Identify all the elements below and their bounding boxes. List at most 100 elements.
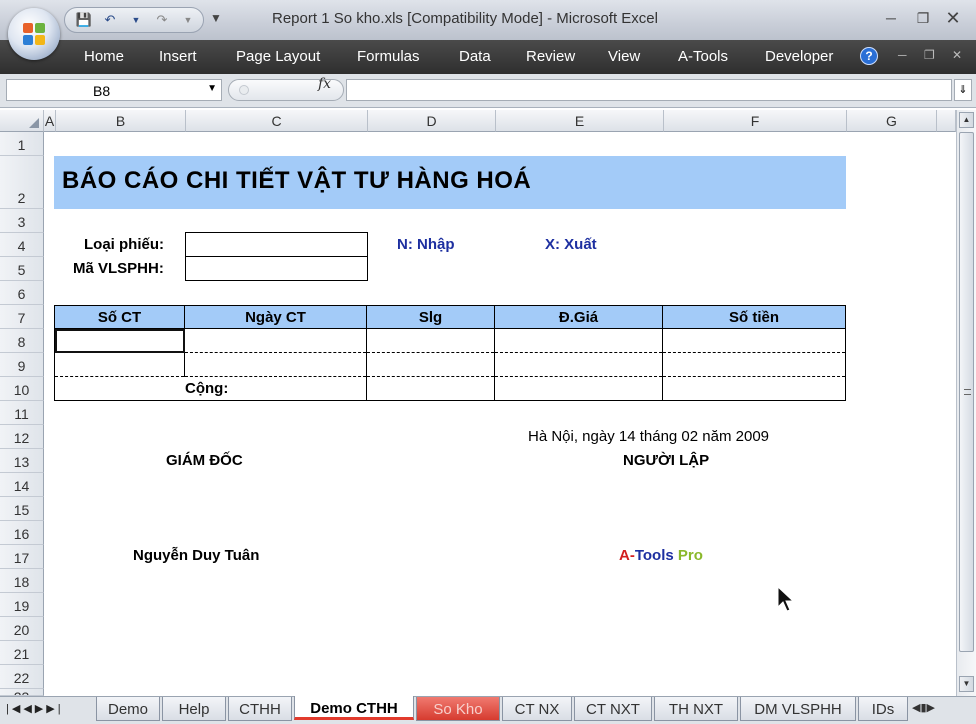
tab-a-tools[interactable]: A-Tools xyxy=(678,48,728,65)
tab-split-handle[interactable]: ◀▮▶ xyxy=(912,701,972,719)
table-cell[interactable] xyxy=(184,352,367,377)
table-cell[interactable] xyxy=(662,328,846,353)
sheet-tab-ct-nxt[interactable]: CT NXT xyxy=(574,697,652,721)
table-cell[interactable] xyxy=(366,352,495,377)
row-header-18[interactable]: 18 xyxy=(0,569,44,593)
total-quantity[interactable] xyxy=(366,376,495,401)
row-header-22[interactable]: 22 xyxy=(0,665,44,689)
column-header-b[interactable]: B xyxy=(56,110,186,132)
row-header-1[interactable]: 1 xyxy=(0,132,44,156)
sheet-tab-ids[interactable]: IDs xyxy=(858,697,908,721)
row-header-19[interactable]: 19 xyxy=(0,593,44,617)
row-header-7[interactable]: 7 xyxy=(0,305,44,329)
sheet-tab-ct-nx[interactable]: CT NX xyxy=(502,697,572,721)
column-header-d[interactable]: D xyxy=(368,110,496,132)
tab-developer[interactable]: Developer xyxy=(765,48,833,65)
row-header-12[interactable]: 12 xyxy=(0,425,44,449)
column-header-a[interactable]: A xyxy=(44,110,56,132)
first-sheet-icon[interactable]: |◀ xyxy=(6,703,23,715)
row-header-15[interactable]: 15 xyxy=(0,497,44,521)
ribbon-minimize-icon[interactable]: ─ xyxy=(898,48,907,62)
save-icon[interactable]: 💾 xyxy=(75,12,93,28)
tab-page-layout[interactable]: Page Layout xyxy=(236,48,320,65)
row-header-14[interactable]: 14 xyxy=(0,473,44,497)
row-header-5[interactable]: 5 xyxy=(0,257,44,281)
table-cell[interactable] xyxy=(366,328,495,353)
office-button[interactable] xyxy=(8,8,60,60)
tab-insert[interactable]: Insert xyxy=(159,48,197,65)
row-header-6[interactable]: 6 xyxy=(0,281,44,305)
tab-home[interactable]: Home xyxy=(84,48,124,65)
insert-function-icon[interactable]: fx xyxy=(318,76,331,92)
column-header-c[interactable]: C xyxy=(186,110,368,132)
prev-sheet-icon[interactable]: ◀ xyxy=(23,703,34,715)
cell-b8-selected[interactable] xyxy=(54,328,185,353)
row-header-20[interactable]: 20 xyxy=(0,617,44,641)
row-header-17[interactable]: 17 xyxy=(0,545,44,569)
formula-input[interactable] xyxy=(346,79,952,101)
header-voucher-no: Số CT xyxy=(54,305,185,329)
scroll-thumb[interactable] xyxy=(959,132,974,652)
redo-icon[interactable]: ↷ xyxy=(153,12,171,28)
row-header-23[interactable]: 23 xyxy=(0,689,44,696)
sheet-tab-dm-vlsphh[interactable]: DM VLSPHH xyxy=(740,697,856,721)
column-header-f[interactable]: F xyxy=(664,110,847,132)
column-header-g[interactable]: G xyxy=(847,110,937,132)
ribbon-close-icon[interactable]: ✕ xyxy=(952,48,962,62)
name-box-dropdown-icon[interactable]: ▼ xyxy=(207,83,217,94)
tab-view[interactable]: View xyxy=(608,48,640,65)
item-code-input[interactable] xyxy=(185,256,368,281)
table-cell[interactable] xyxy=(54,352,185,377)
ribbon-restore-icon[interactable]: ❐ xyxy=(924,48,935,62)
table-cell[interactable] xyxy=(494,352,663,377)
row-header-11[interactable]: 11 xyxy=(0,401,44,425)
worksheet[interactable]: BÁO CÁO CHI TIẾT VẬT TƯ HÀNG HOÁ Loại ph… xyxy=(44,132,956,692)
select-all-corner[interactable] xyxy=(0,110,44,132)
undo-dropdown-icon[interactable]: ▼ xyxy=(127,12,145,28)
row-header-13[interactable]: 13 xyxy=(0,449,44,473)
column-header-h[interactable] xyxy=(937,110,956,132)
table-cell[interactable] xyxy=(494,328,663,353)
total-unit-price[interactable] xyxy=(494,376,663,401)
column-header-e[interactable]: E xyxy=(496,110,664,132)
customize-toolbar-icon[interactable]: ▼ xyxy=(210,11,222,25)
vertical-scrollbar[interactable]: ▲ ▼ xyxy=(956,110,976,696)
row-header-9[interactable]: 9 xyxy=(0,353,44,377)
expand-formula-bar-icon[interactable]: ⇓ xyxy=(954,79,972,101)
help-icon[interactable]: ? xyxy=(860,47,878,65)
next-sheet-icon[interactable]: ▶ xyxy=(35,703,46,715)
sheet-tab-help[interactable]: Help xyxy=(162,697,226,721)
name-box[interactable]: B8 ▼ xyxy=(6,79,222,101)
legend-out: X: Xuất xyxy=(545,236,597,253)
sheet-tab-cthh[interactable]: CTHH xyxy=(228,697,292,721)
row-header-21[interactable]: 21 xyxy=(0,641,44,665)
redo-dropdown-icon[interactable]: ▼ xyxy=(179,12,197,28)
row-header-3[interactable]: 3 xyxy=(0,209,44,233)
minimize-button[interactable]: ─ xyxy=(876,6,906,30)
close-button[interactable]: ✕ xyxy=(938,6,968,30)
tab-data[interactable]: Data xyxy=(459,48,491,65)
scroll-down-icon[interactable]: ▼ xyxy=(959,676,974,692)
sheet-tab-th-nxt[interactable]: TH NXT xyxy=(654,697,738,721)
row-header-8[interactable]: 8 xyxy=(0,329,44,353)
tab-formulas[interactable]: Formulas xyxy=(357,48,420,65)
last-sheet-icon[interactable]: ▶| xyxy=(46,703,63,715)
table-cell[interactable] xyxy=(184,328,367,353)
row-header-16[interactable]: 16 xyxy=(0,521,44,545)
sheet-tab-demo-cthh[interactable]: Demo CTHH xyxy=(294,696,414,720)
restore-button[interactable]: ❐ xyxy=(908,6,938,30)
row-header-10[interactable]: 10 xyxy=(0,377,44,401)
total-amount[interactable] xyxy=(662,376,846,401)
office-logo-icon xyxy=(23,23,45,45)
sheet-nav-buttons[interactable]: |◀◀▶▶| xyxy=(6,702,64,715)
scroll-up-icon[interactable]: ▲ xyxy=(959,112,974,128)
row-header-2[interactable]: 2 xyxy=(0,156,44,209)
voucher-type-input[interactable] xyxy=(185,232,368,257)
row-header-4[interactable]: 4 xyxy=(0,233,44,257)
sheet-tab-so-kho[interactable]: So Kho xyxy=(416,697,500,721)
brand-signature: A-Tools Pro xyxy=(619,547,703,564)
undo-icon[interactable]: ↶ xyxy=(101,12,119,28)
tab-review[interactable]: Review xyxy=(526,48,575,65)
table-cell[interactable] xyxy=(662,352,846,377)
sheet-tab-demo[interactable]: Demo xyxy=(96,697,160,721)
